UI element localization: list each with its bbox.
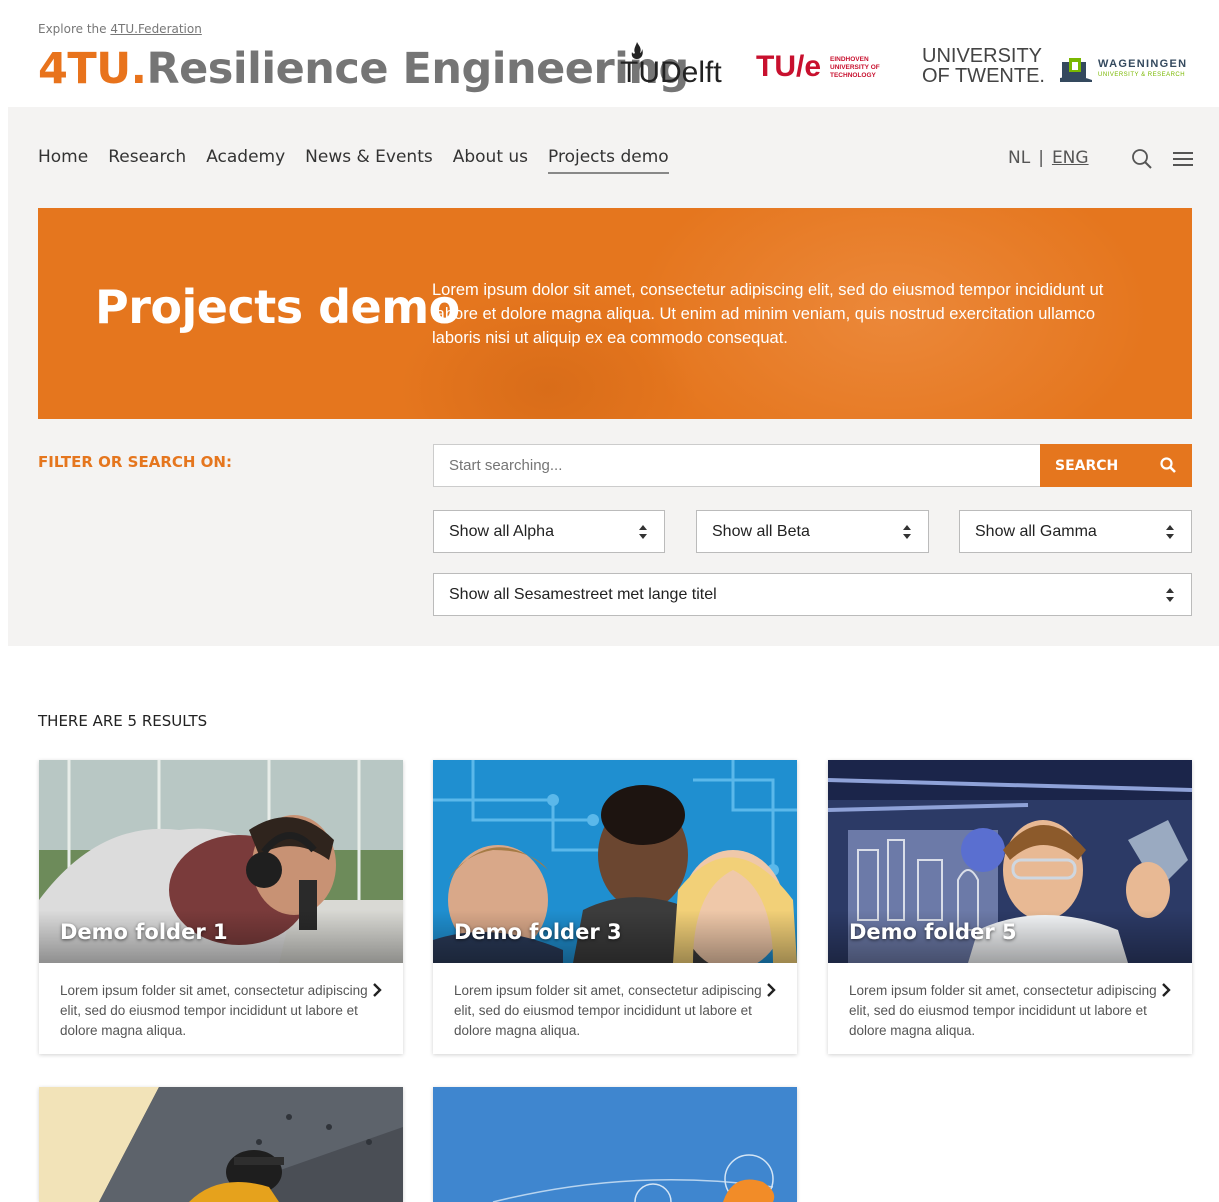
card-image: Demo folder 5 [828,760,1192,963]
brand-name: Resilience Engineering [146,44,690,94]
nav-item-academy[interactable]: Academy [206,147,285,174]
twente-line2: OF TWENTE. [922,65,1045,87]
tudelft-text: UDelft [638,56,722,89]
tudelft-logo[interactable]: TUDelft [620,42,724,89]
wageningen-name: WAGENINGEN [1098,58,1188,70]
card-image: Demo folder 3 [433,760,797,963]
hero-description: Lorem ipsum dolor sit amet, consectetur … [432,281,1104,347]
result-card[interactable] [39,1087,403,1202]
hero-banner: Projects demo Lorem ipsum dolor sit amet… [38,208,1192,419]
nav-item-research[interactable]: Research [108,147,186,174]
sort-arrows-icon [639,525,647,539]
wageningen-logo[interactable]: WAGENINGEN UNIVERSITY & RESEARCH [1060,54,1196,84]
nav-item-news-events[interactable]: News & Events [305,147,433,174]
main-nav: Home Research Academy News & Events Abou… [38,147,689,174]
result-card[interactable]: Demo folder 1 Lorem ipsum folder sit ame… [39,760,403,1054]
sort-arrows-icon [903,525,911,539]
result-card[interactable]: Demo folder 5 Lorem ipsum folder sit ame… [828,760,1192,1054]
explore-prefix: Explore the [38,22,107,36]
page-title: Projects demo [95,280,460,334]
search-icon [1160,457,1176,473]
lang-nl[interactable]: NL [1008,148,1030,168]
brand-prefix: 4TU. [38,44,147,94]
card-title: Demo folder 5 [849,920,1017,944]
nav-item-about-us[interactable]: About us [453,147,528,174]
tue-subtitle: EINDHOVEN UNIVERSITY OF TECHNOLOGY [830,56,880,79]
sky-photo [433,1087,797,1202]
site-logo[interactable]: 4TU.Resilience Engineering [38,44,689,94]
results-count: THERE ARE 5 RESULTS [38,712,208,730]
nav-item-home[interactable]: Home [38,147,88,174]
top-header: Explore the 4TU.Federation 4TU.Resilienc… [0,0,1219,107]
twente-line1: UNIVERSITY [922,45,1043,67]
select-sesamestreet[interactable]: Show all Sesamestreet met lange titel [433,573,1192,616]
search-button-label: SEARCH [1055,457,1119,474]
language-switch: NL | ENG [1008,148,1089,168]
result-card[interactable] [433,1087,797,1202]
sort-arrows-icon [1166,525,1174,539]
tue-logo[interactable]: TU/e EINDHOVEN UNIVERSITY OF TECHNOLOGY [756,50,890,86]
search-button[interactable]: SEARCH [1040,444,1192,487]
federation-link[interactable]: 4TU.Federation [110,22,201,36]
search-icon[interactable] [1131,148,1153,170]
select-alpha[interactable]: Show all Alpha [433,510,665,553]
search-input[interactable] [433,444,1040,487]
card-image [433,1087,797,1202]
cycling-photo [39,1087,403,1202]
explore-federation: Explore the 4TU.Federation [38,22,202,36]
card-description: Lorem ipsum folder sit amet, consectetur… [60,983,368,1038]
select-beta[interactable]: Show all Beta [696,510,929,553]
tudelft-t: T [620,56,639,89]
select-alpha-value: Show all Alpha [449,523,554,540]
select-gamma[interactable]: Show all Gamma [959,510,1192,553]
select-beta-value: Show all Beta [712,523,810,540]
sort-arrows-icon [1166,588,1174,602]
chevron-right-icon[interactable] [371,982,383,998]
filter-label: FILTER OR SEARCH ON: [38,453,232,471]
result-card[interactable]: Demo folder 3 Lorem ipsum folder sit ame… [433,760,797,1054]
menu-icon[interactable] [1172,148,1194,170]
card-title: Demo folder 3 [454,920,622,944]
select-gamma-value: Show all Gamma [975,523,1097,540]
lang-eng[interactable]: ENG [1052,148,1089,168]
chevron-right-icon[interactable] [765,982,777,998]
chevron-right-icon[interactable] [1160,982,1172,998]
twente-logo[interactable]: UNIVERSITY OF TWENTE. [922,45,1045,87]
lang-separator: | [1038,148,1044,168]
nav-item-projects-demo[interactable]: Projects demo [548,147,669,174]
card-description: Lorem ipsum folder sit amet, consectetur… [849,983,1157,1038]
card-title: Demo folder 1 [60,920,228,944]
wageningen-sub: UNIVERSITY & RESEARCH [1098,72,1186,78]
card-image: Demo folder 1 [39,760,403,963]
wageningen-mark-icon [1060,58,1092,82]
select-sesamestreet-value: Show all Sesamestreet met lange titel [449,586,717,603]
tue-mark: TU/e [756,50,822,83]
card-description: Lorem ipsum folder sit amet, consectetur… [454,983,762,1038]
card-image [39,1087,403,1202]
